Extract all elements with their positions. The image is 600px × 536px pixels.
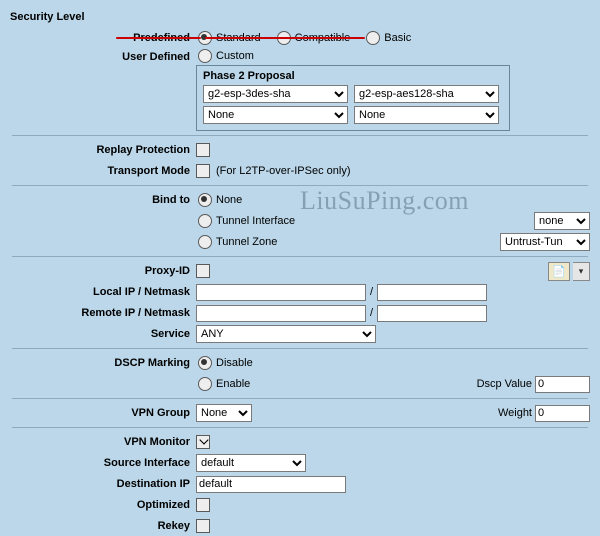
radio-basic-label: Basic [384,32,411,44]
label-local-ip-netmask: Local IP / Netmask [6,286,196,298]
radio-standard-label: Standard [216,32,261,44]
label-source-interface: Source Interface [6,457,196,469]
transport-mode-note: (For L2TP-over-IPSec only) [216,165,350,177]
radio-compatible[interactable]: Compatible [275,31,351,45]
radio-bind-ti-label: Tunnel Interface [216,215,295,227]
checkbox-vpn-monitor[interactable] [196,435,210,449]
checkbox-transport-mode[interactable] [196,164,210,178]
label-vpn-group: VPN Group [6,407,196,419]
input-dscp-value[interactable] [535,376,590,393]
section-security-level: Security Level [6,11,106,23]
label-transport-mode: Transport Mode [6,165,196,177]
label-dscp-value: Dscp Value [477,378,532,390]
radio-custom[interactable]: Custom [196,49,254,63]
label-destination-ip: Destination IP [6,478,196,490]
input-local-ip[interactable] [196,284,366,301]
phase2-select-1a[interactable]: g2-esp-3des-sha [203,85,348,103]
divider [12,256,588,257]
radio-bind-none-label: None [216,194,242,206]
phase2-select-1b[interactable]: g2-esp-aes128-sha [354,85,499,103]
divider [12,427,588,428]
checkbox-proxy-id[interactable] [196,264,210,278]
label-weight: Weight [498,407,532,419]
slash-separator: / [370,307,373,319]
divider [12,398,588,399]
label-predefined: Predefined [6,32,196,44]
select-vpn-group[interactable]: None [196,404,252,422]
radio-dscp-disable[interactable]: Disable [196,356,253,370]
select-service[interactable]: ANY [196,325,376,343]
input-remote-netmask[interactable] [377,305,487,322]
radio-bind-none[interactable]: None [196,193,242,207]
input-destination-ip[interactable] [196,476,346,493]
label-user-defined: User Defined [6,49,196,63]
radio-custom-label: Custom [216,50,254,62]
radio-basic[interactable]: Basic [364,31,411,45]
label-remote-ip-netmask: Remote IP / Netmask [6,307,196,319]
phase2-proposal-box: Phase 2 Proposal g2-esp-3des-sha g2-esp-… [196,65,510,131]
select-tunnel-zone[interactable]: Untrust-Tun [500,233,590,251]
radio-bind-tz-label: Tunnel Zone [216,236,277,248]
label-replay-protection: Replay Protection [6,144,196,156]
radio-bind-tunnel-zone[interactable]: Tunnel Zone [196,235,277,249]
radio-standard[interactable]: Standard [196,31,261,45]
label-vpn-monitor: VPN Monitor [6,436,196,448]
slash-separator: / [370,286,373,298]
select-source-interface[interactable]: default [196,454,306,472]
select-tunnel-interface[interactable]: none [534,212,590,230]
label-optimized: Optimized [6,499,196,511]
phase2-select-2a[interactable]: None [203,106,348,124]
document-star-icon: 📄 [552,265,566,278]
label-dscp-marking: DSCP Marking [6,357,196,369]
divider [12,135,588,136]
radio-dscp-enable[interactable]: Enable [196,377,250,391]
checkbox-replay-protection[interactable] [196,143,210,157]
input-local-netmask[interactable] [377,284,487,301]
new-button-dropdown[interactable]: ▾ [573,262,590,281]
radio-dscp-disable-label: Disable [216,357,253,369]
radio-compatible-label: Compatible [295,32,351,44]
label-bind-to: Bind to [6,194,196,206]
phase2-title: Phase 2 Proposal [203,70,503,82]
checkbox-rekey[interactable] [196,519,210,533]
input-weight[interactable] [535,405,590,422]
label-service: Service [6,328,196,340]
divider [12,185,588,186]
label-proxy-id: Proxy-ID [6,265,196,277]
label-rekey: Rekey [6,520,196,532]
checkbox-optimized[interactable] [196,498,210,512]
new-button[interactable]: 📄 [548,262,570,281]
radio-dscp-enable-label: Enable [216,378,250,390]
input-remote-ip[interactable] [196,305,366,322]
radio-bind-tunnel-interface[interactable]: Tunnel Interface [196,214,295,228]
phase2-select-2b[interactable]: None [354,106,499,124]
divider [12,348,588,349]
